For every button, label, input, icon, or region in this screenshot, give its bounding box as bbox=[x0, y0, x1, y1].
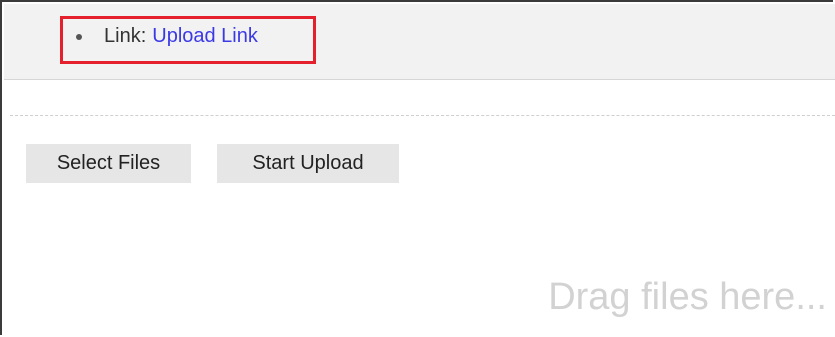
bullet-icon bbox=[76, 34, 82, 40]
page-frame: Link: Upload Link Select Files Start Upl… bbox=[0, 0, 835, 337]
select-files-button[interactable]: Select Files bbox=[26, 144, 191, 183]
dashed-divider bbox=[10, 115, 835, 116]
drop-zone-hint: Drag files here... bbox=[548, 276, 827, 318]
start-upload-button[interactable]: Start Upload bbox=[217, 144, 399, 183]
file-drop-zone[interactable]: Drag files here... bbox=[4, 192, 835, 337]
link-label: Link: bbox=[104, 24, 147, 47]
link-list-item: Link: Upload Link bbox=[76, 22, 258, 50]
upload-link[interactable]: Upload Link bbox=[152, 25, 258, 48]
